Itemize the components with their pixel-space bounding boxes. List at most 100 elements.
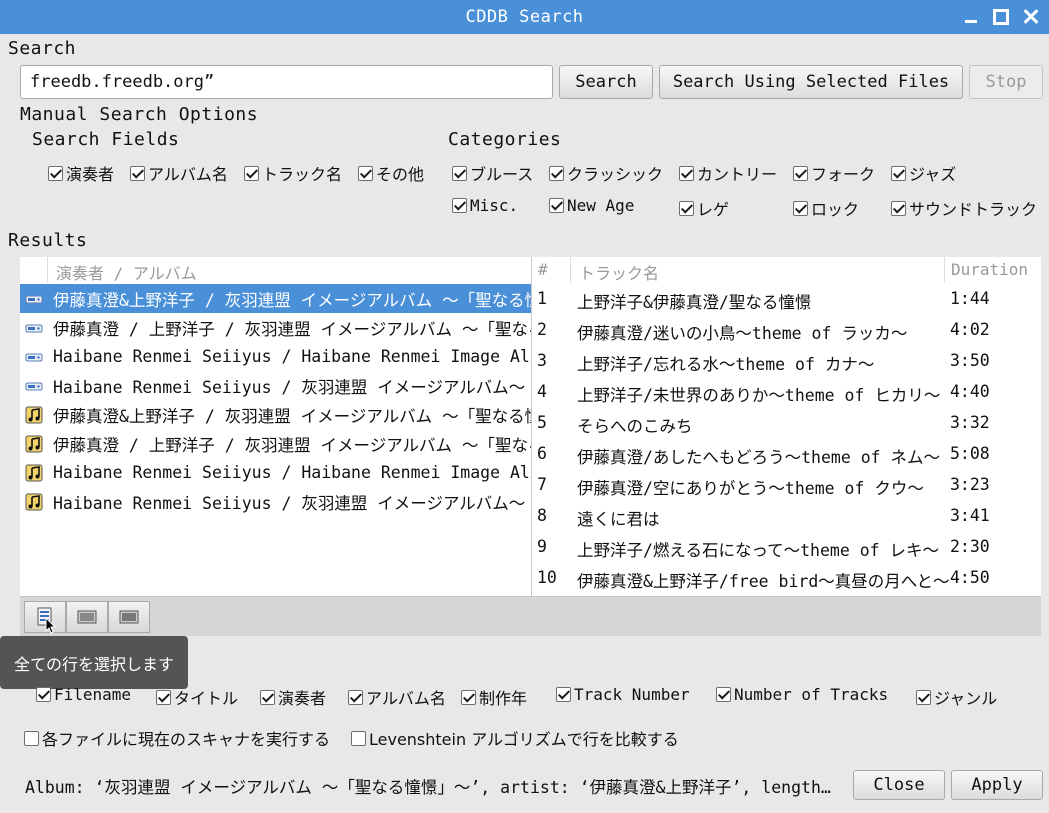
category-checkbox[interactable]: ロック [793,196,859,220]
search-field-checkbox[interactable]: 演奏者 [48,161,114,185]
checkbox-icon[interactable] [452,198,467,213]
track-row[interactable]: 1 上野洋子&伊藤真澄/聖なる憧憬 1:44 [532,284,1041,315]
checkbox-icon[interactable] [260,689,275,705]
album-row[interactable]: 伊藤真澄&上野洋子 / 灰羽連盟 イメージアルバム ～「聖なる憧憬」～ [20,400,531,429]
track-row[interactable]: 8 遠くに君は 3:41 [532,501,1041,532]
category-checkbox[interactable]: Misc. [452,196,518,215]
track-row[interactable]: 6 伊藤真澄/あしたへもどろう～theme of ネム～ 5:08 [532,439,1041,470]
apply-button[interactable]: Apply [951,770,1043,800]
checkbox-icon[interactable] [452,165,467,181]
apply-field-checkbox[interactable]: Track Number [556,685,690,704]
checkbox-icon[interactable] [916,689,931,705]
search-field-checkbox[interactable]: トラック名 [244,161,342,185]
checkbox-icon[interactable] [461,689,476,705]
invert-selection-button[interactable] [66,601,108,633]
album-row[interactable]: 伊藤真澄&上野洋子 / 灰羽連盟 イメージアルバム ～「聖なる憧憬」～ [20,284,531,313]
category-checkbox[interactable]: New Age [549,196,634,215]
track-name-header[interactable]: トラック名 [579,260,659,284]
album-row[interactable]: 伊藤真澄 / 上野洋子 / 灰羽連盟 イメージアルバム ～「聖なる憧憬」～ [20,313,531,342]
category-checkbox[interactable]: ジャズ [891,161,956,185]
category-checkbox[interactable]: ブルース [452,161,533,185]
track-row[interactable]: 5 そらへのこみち 3:32 [532,408,1041,439]
checkbox-label: Number of Tracks [734,685,889,704]
checkbox-icon[interactable] [358,165,373,181]
apply-field-checkbox[interactable]: Filename [36,685,131,704]
checkbox-icon[interactable] [48,165,63,181]
checkbox-icon[interactable] [793,165,808,181]
search-input[interactable] [20,65,553,99]
checkbox-label: 各ファイルに現在のスキャナを実行する [42,730,331,749]
title-bar: CDDB Search [0,0,1049,34]
album-list[interactable]: 演奏者 / アルバム 伊藤真澄&上野洋子 / 灰羽連盟 イメージアルバム ～「聖… [20,257,531,596]
track-name: 遠くに君は [577,510,660,529]
track-name: 上野洋子/未世界のありか～theme of ヒカリ～ [577,386,941,405]
album-row[interactable]: 伊藤真澄 / 上野洋子 / 灰羽連盟 イメージアルバム ～「聖なる憧憬」～ [20,429,531,458]
manual-search-options-title: Manual Search Options [20,104,259,125]
track-duration: 3:23 [950,475,990,494]
album-row-text: Haibane Renmei Seiiyus / Haibane Renmei … [53,347,531,366]
checkbox-label: New Age [567,196,635,215]
category-checkbox[interactable]: クラッシック [549,161,663,185]
checkbox-icon[interactable] [716,687,731,702]
maximize-icon[interactable] [993,9,1009,25]
checkbox-icon[interactable] [549,165,564,181]
track-row[interactable]: 9 上野洋子/燃える石になって～theme of レキ～ 2:30 [532,532,1041,563]
duration-header[interactable]: Duration [951,260,1028,279]
minimize-icon[interactable] [963,9,979,25]
search-selected-files-button[interactable]: Search Using Selected Files [659,65,963,99]
search-field-checkbox[interactable]: アルバム名 [130,161,228,185]
search-field-checkbox[interactable]: その他 [358,161,424,185]
option-checkbox[interactable]: 各ファイルに現在のスキャナを実行する [24,726,330,750]
album-row[interactable]: Haibane Renmei Seiiyus / 灰羽連盟 イメージアルバム～ [20,371,531,400]
unselect-all-button[interactable] [108,601,150,633]
search-button[interactable]: Search [559,65,653,99]
stop-button[interactable]: Stop [969,65,1043,99]
checkbox-icon[interactable] [351,730,366,746]
checkbox-icon[interactable] [549,198,564,213]
apply-field-checkbox[interactable]: ジャンル [916,685,997,709]
apply-field-checkbox[interactable]: Number of Tracks [716,685,888,704]
category-checkbox[interactable]: サウンドトラック [891,196,1037,220]
track-row[interactable]: 3 上野洋子/忘れる水～theme of カナ～ 3:50 [532,346,1041,377]
track-row[interactable]: 4 上野洋子/未世界のありか～theme of ヒカリ～ 4:40 [532,377,1041,408]
track-list[interactable]: # トラック名 Duration 1 上野洋子&伊藤真澄/聖なる憧憬 1:44 2 伊藤… [532,257,1041,596]
checkbox-icon[interactable] [24,730,39,746]
checkbox-icon[interactable] [679,165,694,181]
track-row[interactable]: 2 伊藤真澄/迷いの小鳥～theme of ラッカ～ 4:02 [532,315,1041,346]
category-checkbox[interactable]: レゲ [679,196,729,220]
checkbox-icon[interactable] [244,165,259,181]
cddb-icon [25,377,43,395]
apply-field-checkbox[interactable]: タイトル [156,685,238,709]
track-number-header[interactable]: # [538,260,548,279]
checkbox-icon[interactable] [348,689,363,705]
apply-field-checkbox[interactable]: 制作年 [461,685,527,709]
apply-field-checkbox[interactable]: 演奏者 [260,685,326,709]
track-number: 8 [537,506,547,525]
apply-field-checkbox[interactable]: アルバム名 [348,685,446,709]
checkbox-icon[interactable] [679,200,694,216]
checkbox-label: ロック [811,200,860,219]
category-checkbox[interactable]: カントリー [679,161,777,185]
album-row[interactable]: Haibane Renmei Seiiyus / 灰羽連盟 イメージアルバム～ [20,487,531,516]
close-button[interactable]: Close [853,770,945,800]
checkbox-icon[interactable] [36,687,51,702]
checkbox-icon[interactable] [793,200,808,216]
category-checkbox[interactable]: フォーク [793,161,875,185]
checkbox-icon[interactable] [891,165,906,181]
checkbox-icon[interactable] [891,200,906,216]
checkbox-icon[interactable] [130,165,145,181]
option-checkbox[interactable]: Levenshtein アルゴリズムで行を比較する [351,726,679,750]
music-note-icon [25,464,43,482]
track-name: 伊藤真澄&上野洋子/free bird～真昼の月へと～ [577,572,950,591]
close-icon[interactable] [1023,9,1039,25]
album-row[interactable]: Haibane Renmei Seiiyus / Haibane Renmei … [20,342,531,371]
results-toolbar [20,596,1041,636]
album-column-header[interactable]: 演奏者 / アルバム [56,260,197,284]
mouse-cursor-icon [45,617,57,634]
checkbox-icon[interactable] [156,689,171,705]
album-row-text: Haibane Renmei Seiiyus / 灰羽連盟 イメージアルバム～ [53,377,526,397]
checkbox-icon[interactable] [556,687,571,702]
track-row[interactable]: 7 伊藤真澄/空にありがとう～theme of クウ～ 3:23 [532,470,1041,501]
album-row[interactable]: Haibane Renmei Seiiyus / Haibane Renmei … [20,458,531,487]
track-row[interactable]: 10 伊藤真澄&上野洋子/free bird～真昼の月へと～ 4:50 [532,563,1041,594]
